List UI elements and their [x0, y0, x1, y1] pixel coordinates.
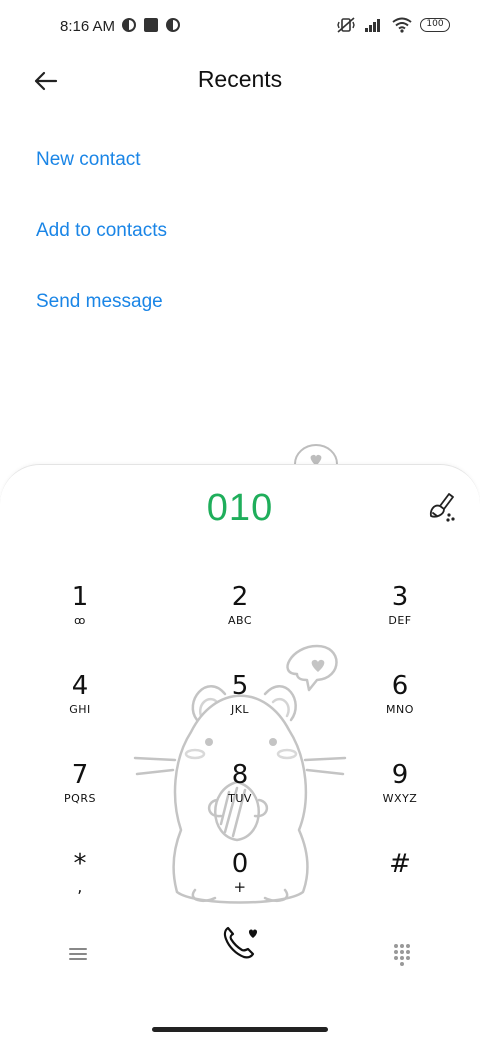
key-digit: 7 [71, 760, 89, 790]
status-indicators: 100 [336, 16, 450, 34]
send-message-link[interactable]: Send message [36, 291, 163, 313]
status-bar: 8:16 AM 100 [0, 0, 480, 56]
theme-button[interactable] [422, 488, 462, 528]
key-letters: + [233, 878, 247, 896]
key-letters: GHI [69, 703, 91, 716]
key-8[interactable]: 8 TUV [180, 760, 300, 840]
new-contact-link[interactable]: New contact [36, 149, 141, 171]
key-3[interactable]: 3 DEF [340, 582, 460, 662]
key-letters: DEF [388, 614, 412, 627]
key-digit: 1 [71, 582, 89, 612]
phone-screen: 8:16 AM 100 Recents New contact Add to c… [0, 0, 480, 1040]
app-notification-icon [166, 18, 180, 32]
vibrate-off-icon [337, 17, 355, 33]
key-hash[interactable]: # [340, 849, 460, 929]
app-notification-icon [122, 18, 136, 32]
status-time: 8:16 AM [60, 18, 116, 35]
brush-icon [429, 493, 455, 522]
key-5[interactable]: 5 JKL [180, 671, 300, 751]
key-letters: TUV [228, 792, 252, 805]
key-4[interactable]: 4 GHI [20, 671, 140, 751]
key-1[interactable]: 1 ꝏ [20, 582, 140, 662]
key-9[interactable]: 9 WXYZ [340, 760, 460, 840]
key-digit: 3 [391, 582, 409, 612]
key-digit: 9 [391, 760, 409, 790]
key-digit: 5 [231, 671, 249, 701]
key-digit: 6 [391, 671, 409, 701]
add-to-contacts-link[interactable]: Add to contacts [36, 220, 167, 242]
key-2[interactable]: 2 ABC [180, 582, 300, 662]
signal-icon [365, 19, 380, 32]
dialpad-icon [394, 944, 410, 966]
key-letters: JKL [230, 703, 250, 716]
key-star[interactable]: * , [20, 849, 140, 929]
key-digit: * [73, 849, 87, 879]
menu-icon [69, 948, 87, 960]
key-digit: 4 [71, 671, 89, 701]
wifi-icon [392, 17, 412, 33]
dialed-number: 010 [206, 487, 274, 529]
key-letters: MNO [386, 703, 414, 716]
keypad-toggle-button[interactable] [388, 940, 416, 968]
key-letters: , [77, 877, 83, 896]
key-6[interactable]: 6 MNO [340, 671, 460, 751]
menu-button[interactable] [64, 940, 92, 968]
key-letters: WXYZ [382, 792, 418, 805]
key-digit: 0 [231, 849, 249, 879]
stop-icon [144, 18, 158, 32]
key-digit: 8 [231, 760, 249, 790]
key-digit: 2 [231, 582, 249, 612]
key-7[interactable]: 7 PQRS [20, 760, 140, 840]
key-digit: # [389, 849, 411, 879]
key-0[interactable]: 0 + [180, 849, 300, 929]
battery-icon: 100 [420, 18, 450, 32]
phone-call-icon [223, 926, 258, 959]
call-button[interactable] [216, 918, 264, 966]
page-title: Recents [197, 66, 283, 92]
home-indicator[interactable] [152, 1027, 328, 1032]
key-letters: PQRS [64, 792, 96, 805]
voicemail-icon: ꝏ [74, 614, 86, 627]
key-letters: ABC [227, 614, 253, 627]
